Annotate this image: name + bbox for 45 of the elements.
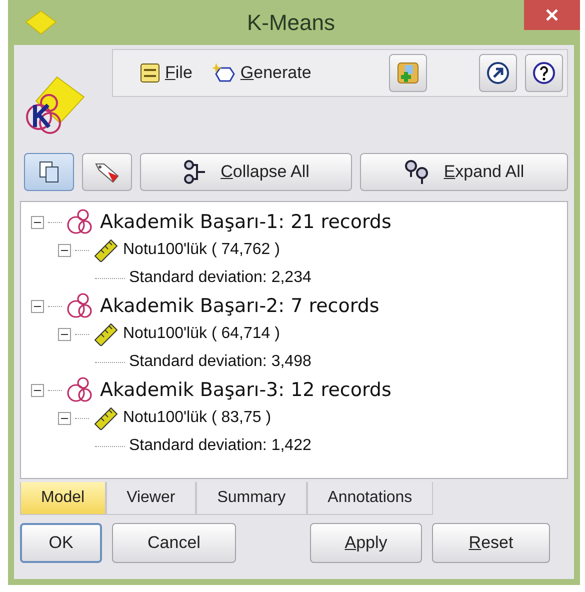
ruler-icon bbox=[93, 406, 119, 430]
cluster-label: Akademik Başarı-1: 21 records bbox=[100, 210, 392, 235]
collapse-toggle[interactable] bbox=[58, 328, 71, 340]
close-button[interactable] bbox=[524, 0, 580, 30]
dialog-button[interactable]: Cancel bbox=[112, 523, 236, 563]
collapse-toggle[interactable] bbox=[58, 244, 71, 256]
tab[interactable]: Model bbox=[20, 482, 106, 515]
tab[interactable]: Viewer bbox=[106, 482, 196, 515]
collapse-toggle[interactable] bbox=[31, 216, 44, 228]
dialog-button[interactable]: Reset bbox=[432, 523, 550, 563]
collapse-all-button[interactable]: Collapse All bbox=[140, 153, 352, 191]
cluster-label: Akademik Başarı-3: 12 records bbox=[100, 378, 392, 403]
field-label: Notu100'lük ( 64,714 ) bbox=[123, 324, 280, 344]
tab[interactable]: Annotations bbox=[306, 482, 434, 515]
dialog-button[interactable]: OK bbox=[20, 523, 102, 563]
expand-nodes-icon bbox=[404, 159, 430, 185]
field-label: Notu100'lük ( 74,762 ) bbox=[123, 240, 280, 260]
deviation-label: Standard deviation: 1,422 bbox=[129, 436, 312, 456]
deviation-label: Standard deviation: 3,498 bbox=[129, 352, 312, 372]
sparkle-hexagon-icon bbox=[212, 62, 236, 84]
collapse-nodes-icon bbox=[182, 159, 207, 185]
dialog-button[interactable]: Apply bbox=[310, 523, 422, 563]
ruler-icon bbox=[93, 238, 119, 262]
cluster-label: Akademik Başarı-2: 7 records bbox=[100, 294, 380, 319]
window-title: K-Means bbox=[246, 9, 336, 37]
collapse-toggle[interactable] bbox=[31, 384, 44, 396]
ruler-icon bbox=[93, 322, 119, 346]
add-icon-button[interactable] bbox=[389, 54, 428, 92]
help-icon bbox=[531, 60, 557, 86]
folder-plus-icon bbox=[395, 60, 422, 86]
collapse-toggle[interactable] bbox=[58, 412, 71, 424]
help-button[interactable] bbox=[525, 54, 563, 92]
menu-item[interactable]: Generate bbox=[206, 60, 318, 86]
menu-item[interactable]: File bbox=[133, 60, 198, 86]
app-icon bbox=[24, 10, 58, 36]
tag-button[interactable] bbox=[82, 153, 132, 191]
expand-all-button[interactable]: Expand All bbox=[360, 153, 568, 191]
deviation-label: Standard deviation: 2,234 bbox=[129, 268, 312, 288]
collapse-toggle[interactable] bbox=[31, 300, 44, 312]
field-label: Notu100'lük ( 83,75 ) bbox=[123, 408, 272, 428]
close-icon bbox=[545, 8, 559, 22]
arrow-button[interactable] bbox=[479, 54, 517, 92]
view-toggle-button[interactable] bbox=[24, 153, 74, 191]
file-cabinet-icon bbox=[139, 62, 161, 84]
tab[interactable]: Summary bbox=[196, 482, 307, 515]
